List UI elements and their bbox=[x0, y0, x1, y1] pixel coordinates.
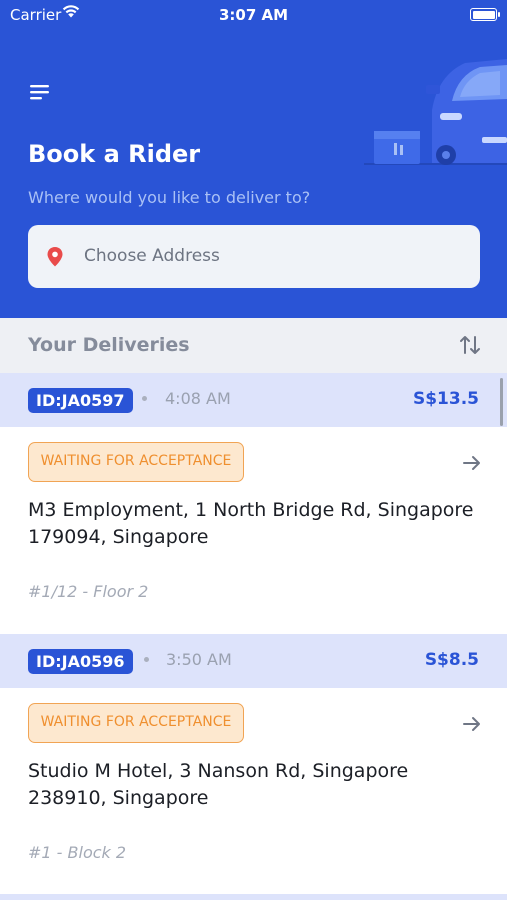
arrow-right-icon[interactable] bbox=[462, 454, 482, 476]
delivery-unit: #1 - Block 2 bbox=[28, 843, 127, 862]
status-bar: Carrier 3:07 AM bbox=[0, 0, 507, 30]
delivery-id-badge: ID:JA0596 bbox=[28, 649, 133, 674]
status-time: 3:07 AM bbox=[218, 6, 289, 24]
delivery-time: 4:08 AM bbox=[165, 389, 231, 408]
menu-icon[interactable] bbox=[28, 82, 52, 104]
delivery-address: M3 Employment, 1 North Bridge Rd, Singap… bbox=[28, 499, 474, 548]
page-title: Book a Rider bbox=[28, 140, 201, 168]
delivery-price: S$8.5 bbox=[424, 650, 479, 670]
separator-dot bbox=[144, 657, 149, 662]
battery-icon bbox=[470, 8, 500, 21]
separator-dot bbox=[142, 396, 147, 401]
status-badge: WAITING FOR ACCEPTANCE bbox=[28, 703, 244, 743]
sort-icon[interactable] bbox=[458, 333, 482, 361]
delivery-unit: #1/12 - Floor 2 bbox=[28, 582, 149, 601]
delivery-id-badge: ID:JA0597 bbox=[28, 388, 133, 413]
header: Carrier 3:07 AM Book a Rider Where would… bbox=[0, 0, 507, 318]
delivery-time: 3:50 AM bbox=[166, 650, 232, 669]
location-pin-icon bbox=[46, 246, 64, 272]
deliveries-section-header: Your Deliveries bbox=[0, 318, 507, 373]
address-placeholder: Choose Address bbox=[84, 246, 220, 266]
delivery-price: S$13.5 bbox=[412, 389, 479, 409]
scrollbar[interactable] bbox=[500, 378, 503, 426]
next-card-peek bbox=[0, 894, 507, 900]
delivery-card[interactable]: WAITING FOR ACCEPTANCE Studio M Hotel, 3… bbox=[0, 688, 507, 896]
status-badge: WAITING FOR ACCEPTANCE bbox=[28, 442, 244, 482]
choose-address-input[interactable]: Choose Address bbox=[28, 225, 480, 288]
deliveries-heading: Your Deliveries bbox=[28, 334, 190, 356]
arrow-right-icon[interactable] bbox=[462, 715, 482, 737]
delivery-address: Studio M Hotel, 3 Nanson Rd, Singapore 2… bbox=[28, 760, 409, 809]
delivery-card-header[interactable]: ID:JA0596 3:50 AM S$8.5 bbox=[0, 634, 507, 688]
car-illustration bbox=[360, 55, 507, 170]
delivery-card-header[interactable]: ID:JA0597 4:08 AM S$13.5 bbox=[0, 373, 507, 427]
delivery-card[interactable]: WAITING FOR ACCEPTANCE M3 Employment, 1 … bbox=[0, 427, 507, 635]
page-subtitle: Where would you like to deliver to? bbox=[28, 188, 311, 207]
